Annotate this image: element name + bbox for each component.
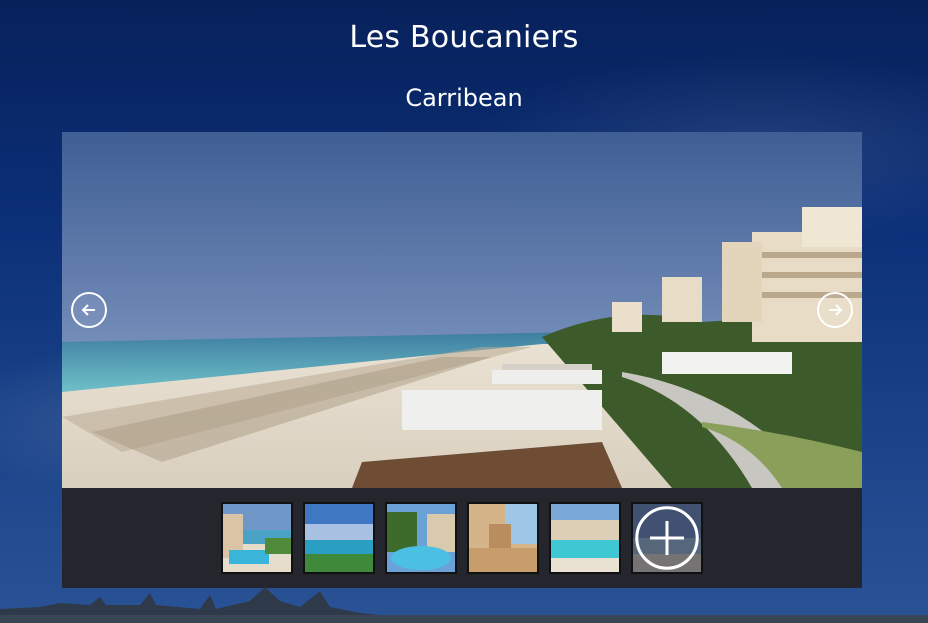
- photo-gallery: [62, 132, 862, 588]
- arrow-left-icon: [81, 304, 95, 316]
- arrow-right-icon: [829, 304, 843, 316]
- page-subtitle: Carribean: [405, 84, 523, 112]
- previous-photo-button[interactable]: [71, 292, 107, 328]
- page-title: Les Boucaniers: [349, 20, 579, 55]
- thumbnail-strip: [62, 502, 862, 574]
- thumbnail-more[interactable]: [631, 502, 703, 574]
- thumbnail-pool-palms[interactable]: [385, 502, 457, 574]
- next-photo-button[interactable]: [817, 292, 853, 328]
- plus-icon: [635, 506, 699, 570]
- background-skyline: [0, 587, 928, 623]
- thumbnail-sea-view[interactable]: [303, 502, 375, 574]
- main-photo: [62, 132, 862, 488]
- thumbnail-pool-beach[interactable]: [221, 502, 293, 574]
- thumbnail-terrace[interactable]: [467, 502, 539, 574]
- thumbnail-resort-beach[interactable]: [549, 502, 621, 574]
